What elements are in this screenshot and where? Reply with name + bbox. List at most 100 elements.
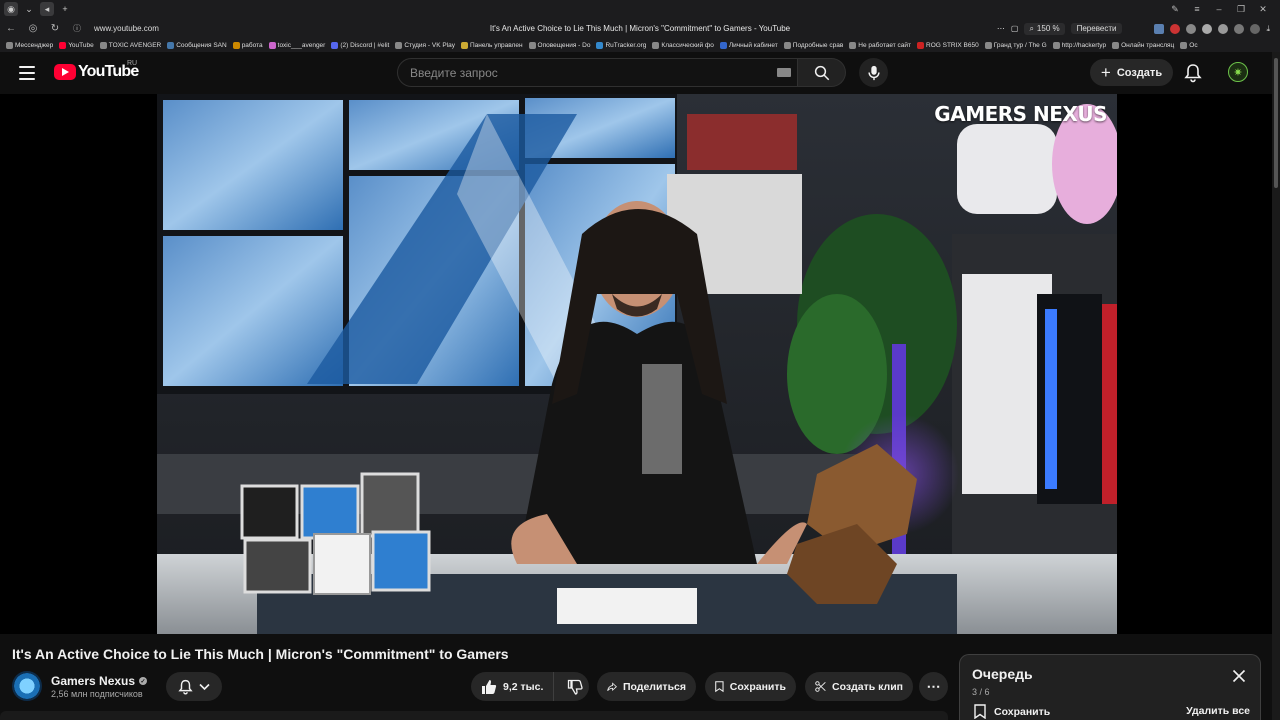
bookmarks-bar: Мессенджер YouTube TOXIC AVENGER Сообщен…: [0, 39, 1280, 52]
microphone-icon: [867, 65, 880, 80]
extension-icon[interactable]: [1186, 23, 1197, 34]
favicon-icon: [6, 42, 13, 49]
back-tab-icon[interactable]: ◂: [40, 2, 54, 16]
url-field[interactable]: www.youtube.com: [94, 24, 159, 33]
menu-icon[interactable]: ≡: [1186, 4, 1208, 14]
bookmark-item[interactable]: Мессенджер: [6, 42, 53, 49]
scissors-icon: [815, 681, 826, 692]
favicon-icon: [1112, 42, 1120, 49]
minimize-icon[interactable]: –: [1208, 4, 1230, 14]
voice-search-button[interactable]: [859, 58, 888, 87]
bookmark-item[interactable]: Сообщения SAN: [167, 42, 227, 49]
favicon-icon: [1052, 42, 1060, 49]
close-icon[interactable]: [1232, 669, 1246, 683]
bookmark-icon: [974, 704, 986, 719]
like-dislike-group: 9,2 тыс.: [471, 672, 589, 701]
share-icon: [607, 681, 617, 691]
bookmark-item[interactable]: Подробные срав: [783, 42, 843, 49]
favicon-icon: [849, 42, 857, 49]
favicon-icon: [984, 42, 992, 49]
video-player[interactable]: GAMERS NEXUS: [157, 94, 1117, 634]
bookmark-item[interactable]: TOXIC AVENGER: [99, 42, 161, 49]
queue-save-button[interactable]: Сохранить: [974, 704, 1050, 719]
favicon-icon: [232, 42, 240, 49]
save-button[interactable]: Сохранить: [705, 672, 796, 701]
bookmark-item[interactable]: Онлайн трансляц: [1112, 42, 1174, 49]
favicon-icon: [167, 42, 175, 49]
chevron-down-icon: [199, 683, 210, 690]
channel-watermark: GAMERS NEXUS: [934, 102, 1107, 126]
new-tab-icon[interactable]: +: [58, 2, 72, 16]
search-input[interactable]: [410, 65, 750, 80]
bookmark-item[interactable]: Не работает сайт: [849, 42, 911, 49]
search-button[interactable]: [798, 58, 846, 87]
bookmark-item[interactable]: ROG STRIX B650: [917, 42, 979, 49]
bookmark-item[interactable]: Оповещения - Do: [528, 42, 590, 49]
share-label: Поделиться: [622, 680, 686, 693]
account-avatar[interactable]: ✷: [1228, 62, 1248, 82]
youtube-header: YouTube RU + Создать ✷: [0, 52, 1280, 94]
create-label: Создать: [1116, 66, 1163, 79]
more-icon[interactable]: ⋯: [997, 24, 1005, 33]
bookmark-item[interactable]: (2) Discord | #elit: [331, 42, 389, 49]
bookmark-item[interactable]: Гранд тур / The G: [984, 42, 1047, 49]
extension-icon[interactable]: [1170, 23, 1181, 34]
bookmark-item[interactable]: Студия - VK Play: [395, 42, 455, 49]
create-button[interactable]: + Создать: [1090, 59, 1173, 86]
favicon-icon: [59, 42, 67, 49]
share-button[interactable]: Поделиться: [597, 672, 696, 701]
bookmark-item[interactable]: toxic___avenger: [268, 42, 325, 49]
extension-icon[interactable]: [1218, 23, 1229, 34]
queue-save-label: Сохранить: [994, 705, 1051, 718]
back-icon[interactable]: ←: [0, 23, 22, 34]
restore-icon[interactable]: ❐: [1230, 4, 1252, 15]
scrollbar-thumb[interactable]: [1274, 58, 1278, 188]
tab-audio-icon[interactable]: ◉: [4, 2, 18, 16]
queue-delete-all-button[interactable]: Удалить все: [1186, 705, 1250, 717]
favicon-icon: [1180, 42, 1188, 49]
address-bar: ← ◎ ↻ ⓘ www.youtube.com It's An Active C…: [0, 18, 1280, 39]
bookmark-item[interactable]: RuTracker.org: [596, 42, 646, 49]
extension-icon[interactable]: [1234, 23, 1245, 34]
bookmark-item[interactable]: YouTube: [59, 42, 94, 49]
favicon-icon: [395, 42, 403, 49]
favicon-icon: [783, 42, 791, 49]
dislike-button[interactable]: [560, 672, 589, 701]
pin-icon[interactable]: ✎: [1164, 4, 1186, 15]
extension-icon[interactable]: [1250, 23, 1261, 34]
tabs-menu-icon[interactable]: ⌄: [22, 2, 36, 16]
channel-avatar[interactable]: [12, 671, 42, 701]
zoom-indicator[interactable]: ⌕ 150 %: [1024, 22, 1065, 35]
security-icon[interactable]: ◎: [22, 23, 44, 34]
bookmark-item[interactable]: Панель управлен: [460, 42, 523, 49]
bookmark-item[interactable]: Oc: [1180, 42, 1198, 49]
channel-name-link[interactable]: Gamers Nexus ✓: [51, 674, 148, 688]
bell-icon: [178, 679, 193, 694]
favicon-icon: [917, 42, 924, 49]
close-window-icon[interactable]: ✕: [1252, 4, 1274, 15]
bookmark-item[interactable]: работа: [232, 42, 263, 49]
notifications-button[interactable]: [1184, 63, 1202, 88]
translate-label: Перевести: [1076, 24, 1117, 33]
menu-icon[interactable]: [19, 66, 35, 80]
clip-button[interactable]: Создать клип: [805, 672, 913, 701]
bookmark-item[interactable]: http://hackertyp: [1052, 42, 1106, 49]
translate-button[interactable]: Перевести: [1070, 23, 1123, 34]
favicon-icon: [268, 42, 276, 49]
page-scrollbar[interactable]: [1272, 52, 1280, 720]
search-icon: [814, 65, 829, 80]
youtube-logo[interactable]: YouTube: [54, 63, 139, 81]
extension-icon[interactable]: [1202, 23, 1213, 34]
bookmark-item[interactable]: Классический фо: [652, 42, 714, 49]
site-info-icon[interactable]: ⓘ: [66, 23, 88, 34]
more-actions-button[interactable]: ⋯: [919, 672, 948, 701]
extension-icon[interactable]: [1154, 23, 1165, 34]
reload-icon[interactable]: ↻: [44, 23, 66, 34]
bookmark-icon[interactable]: ▢: [1011, 24, 1019, 33]
bookmark-item[interactable]: Личный кабинет: [719, 42, 778, 49]
keyboard-icon[interactable]: [777, 68, 791, 77]
like-button[interactable]: 9,2 тыс.: [471, 672, 555, 701]
window-controls: ✎ ≡ – ❐ ✕: [1164, 0, 1274, 18]
subscription-bell-button[interactable]: [166, 672, 222, 701]
download-icon[interactable]: ⤓: [1266, 24, 1270, 34]
